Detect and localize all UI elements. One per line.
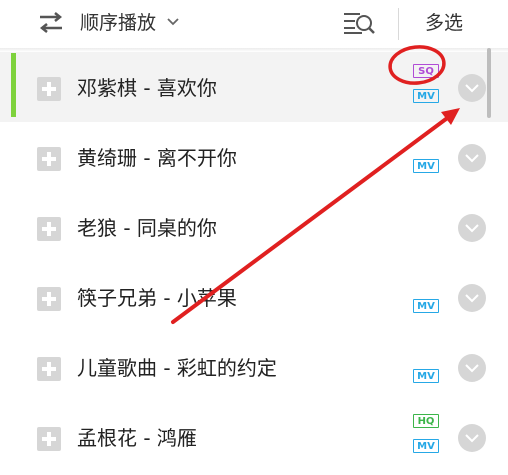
chevron-down-circle-icon[interactable]: [458, 214, 486, 242]
sq-badge: SQ: [413, 64, 439, 78]
add-icon[interactable]: [37, 427, 61, 451]
add-icon[interactable]: [37, 287, 61, 311]
chevron-down-circle-icon[interactable]: [458, 74, 486, 102]
mv-badge[interactable]: MV: [413, 159, 439, 173]
add-icon[interactable]: [37, 147, 61, 171]
song-row[interactable]: 老狼 - 同桌的你: [0, 192, 508, 262]
song-row[interactable]: 黄绮珊 - 离不开你 MV: [0, 122, 508, 192]
song-row[interactable]: 筷子兄弟 - 小苹果 MV: [0, 262, 508, 332]
song-title: 黄绮珊 - 离不开你: [77, 146, 237, 170]
now-playing-indicator: [11, 53, 16, 117]
song-title: 邓紫棋 - 喜欢你: [77, 76, 217, 100]
shuffle-arrows-icon[interactable]: [38, 12, 64, 34]
mv-badge[interactable]: MV: [413, 299, 439, 313]
song-row[interactable]: 邓紫棋 - 喜欢你 SQ MV: [0, 52, 508, 122]
chevron-down-circle-icon[interactable]: [458, 284, 486, 312]
toolbar-divider: [398, 8, 399, 40]
chevron-down-icon[interactable]: [166, 16, 180, 28]
song-title: 筷子兄弟 - 小苹果: [77, 286, 237, 310]
song-list: 邓紫棋 - 喜欢你 SQ MV 黄绮珊 - 离不开你 MV 老狼 - 同桌的你 筷子兄弟 -…: [0, 52, 508, 475]
chevron-down-circle-icon[interactable]: [458, 354, 486, 382]
song-row[interactable]: 孟根花 - 鸿雁 HQ MV: [0, 402, 508, 472]
playlist-toolbar: 顺序播放 多选: [0, 0, 508, 48]
mv-badge[interactable]: MV: [413, 369, 439, 383]
multi-select-button[interactable]: 多选: [425, 11, 463, 35]
sort-search-icon[interactable]: [342, 9, 376, 37]
add-icon[interactable]: [37, 357, 61, 381]
mv-badge[interactable]: MV: [413, 439, 439, 453]
add-icon[interactable]: [37, 77, 61, 101]
play-mode-label[interactable]: 顺序播放: [80, 11, 156, 35]
song-title: 老狼 - 同桌的你: [77, 216, 217, 240]
scrollbar[interactable]: [487, 48, 491, 118]
chevron-down-circle-icon[interactable]: [458, 144, 486, 172]
hq-badge: HQ: [413, 414, 439, 428]
mv-badge[interactable]: MV: [413, 89, 439, 103]
song-row[interactable]: 儿童歌曲 - 彩虹的约定 MV: [0, 332, 508, 402]
song-title: 儿童歌曲 - 彩虹的约定: [77, 356, 277, 380]
chevron-down-circle-icon[interactable]: [458, 424, 486, 452]
add-icon[interactable]: [37, 217, 61, 241]
song-title: 孟根花 - 鸿雁: [77, 426, 197, 450]
